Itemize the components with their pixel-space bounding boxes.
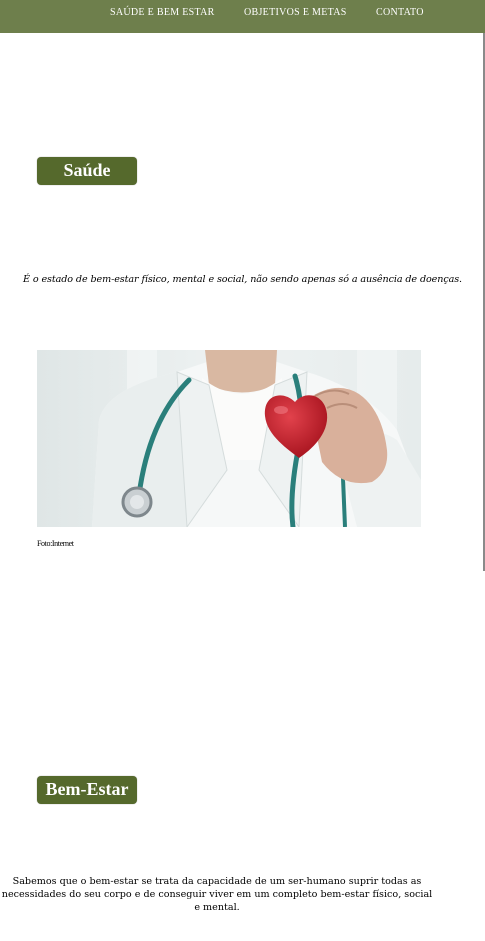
health-definition: É o estado de bem-estar físico, mental e… (22, 273, 462, 285)
nav-link-saude-bem-estar[interactable]: SAÚDE E BEM ESTAR (110, 7, 215, 18)
nav-link-contato[interactable]: CONTATO (376, 7, 424, 18)
section-title-saude: Saúde (37, 157, 137, 185)
photo-caption: Foto:Internet (37, 539, 74, 548)
nav-link-objetivos-metas[interactable]: OBJETIVOS E METAS (244, 7, 347, 18)
section-title-bem-estar: Bem-Estar (37, 776, 137, 804)
doctor-heart-photo (37, 350, 421, 527)
wellbeing-description: Sabemos que o bem-estar se trata da capa… (1, 875, 433, 913)
doctor-holding-heart-illustration (37, 350, 421, 527)
top-navbar: SAÚDE E BEM ESTAR OBJETIVOS E METAS CONT… (0, 0, 485, 33)
